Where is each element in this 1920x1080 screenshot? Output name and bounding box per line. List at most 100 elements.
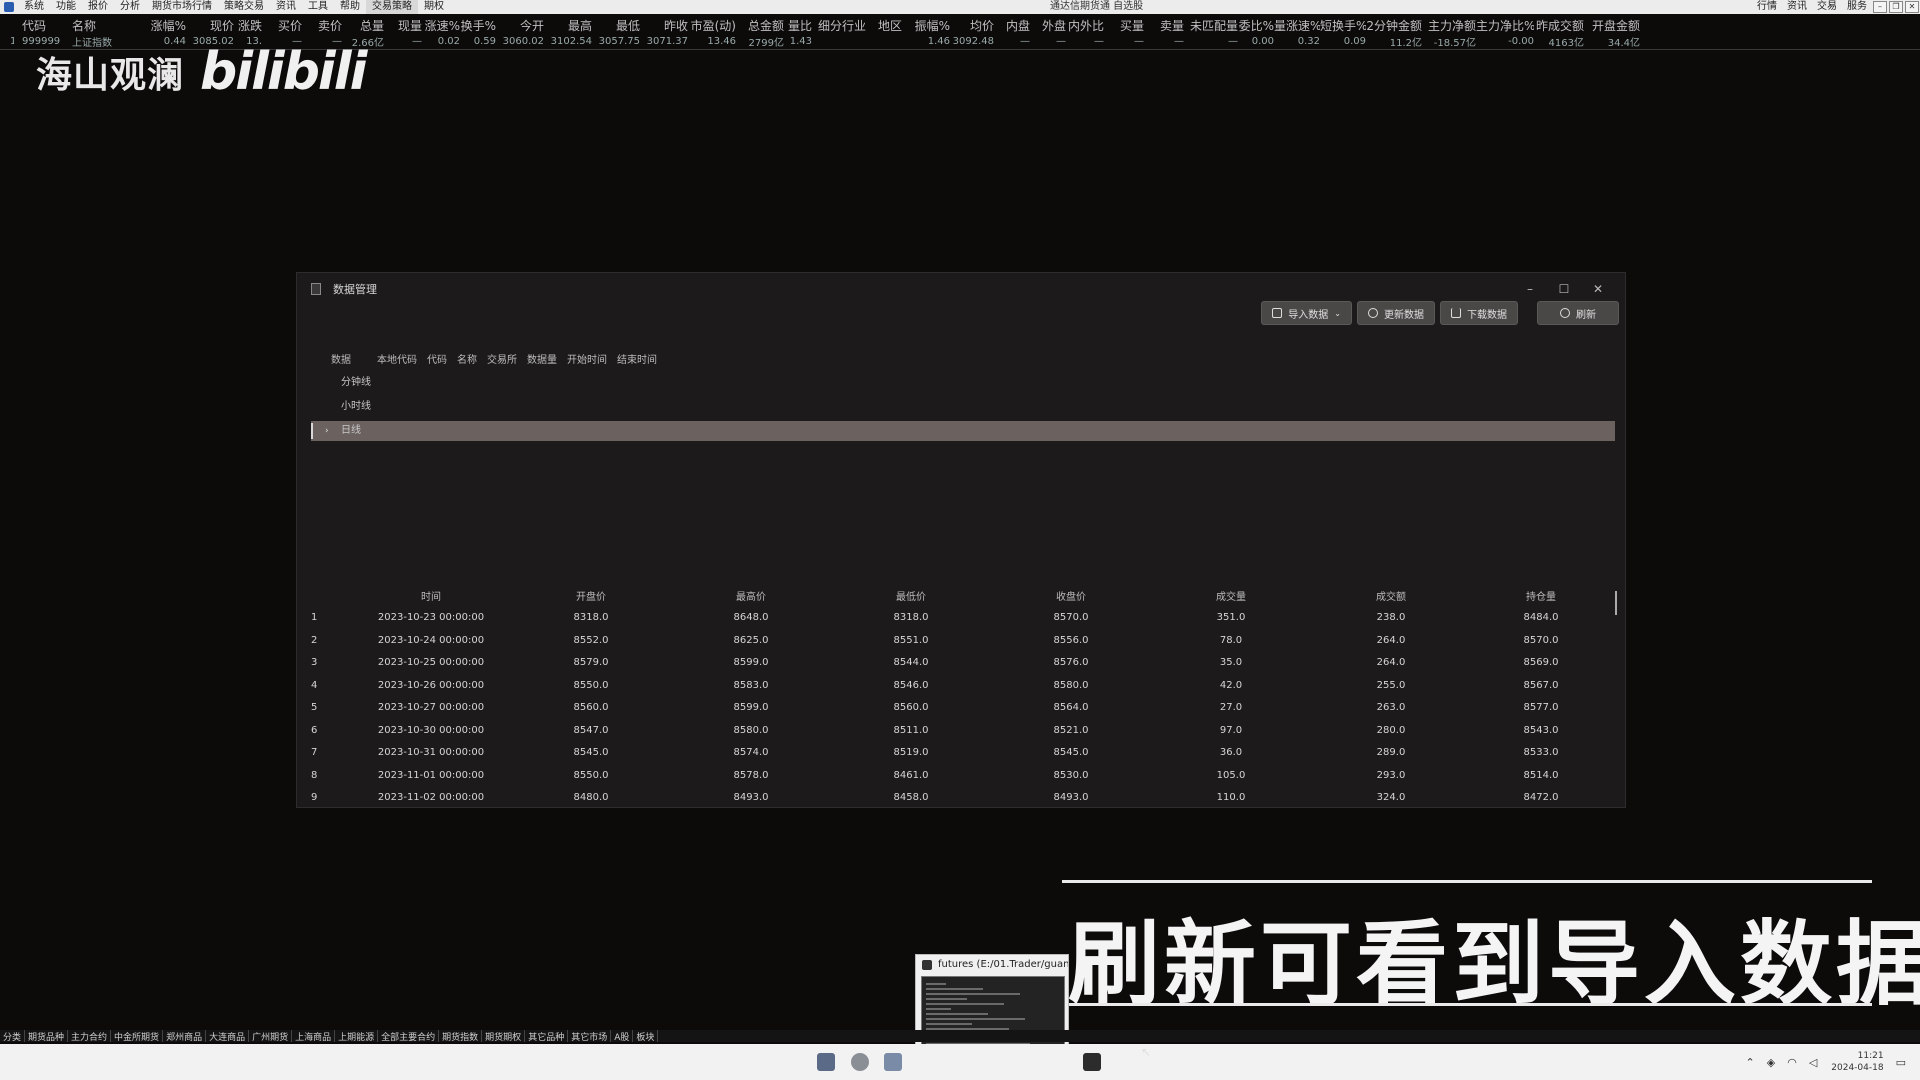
market-tab[interactable]: 上海商品	[292, 1030, 336, 1042]
market-tab[interactable]: 分类	[0, 1030, 26, 1042]
quote-column-header[interactable]: 换手%	[460, 17, 496, 34]
table-column-header[interactable]: 成交额	[1311, 587, 1471, 609]
quote-column-header[interactable]: 买量	[1104, 17, 1144, 34]
quote-column-header[interactable]: 主力净比%	[1476, 17, 1534, 34]
close-icon[interactable]: ✕	[1581, 279, 1615, 299]
table-row[interactable]: 4 2023-10-26 00:00:00 8550.0 8583.0 8546.0 85…	[297, 675, 1617, 698]
market-tab[interactable]: 中金所期货	[111, 1030, 164, 1042]
table-column-header[interactable]: 最低价	[831, 587, 991, 609]
market-tab[interactable]: 期货期权	[482, 1030, 526, 1042]
clock[interactable]: 11:21 2024-04-18	[1831, 1050, 1883, 1074]
menu-item[interactable]: 工具	[302, 0, 334, 14]
table-row[interactable]: 8 2023-11-01 00:00:00 8550.0 8578.0 8461.0 85…	[297, 765, 1617, 788]
market-tab[interactable]: 期货品种	[25, 1030, 69, 1042]
quote-column-header[interactable]: 买价	[262, 17, 302, 34]
market-tab[interactable]: 郑州商品	[163, 1030, 207, 1042]
market-tab[interactable]: 广州期货	[249, 1030, 293, 1042]
chevron-up-icon[interactable]: ⌃	[1746, 1056, 1755, 1069]
menu-item[interactable]: 报价	[82, 0, 114, 14]
quote-column-header[interactable]: 振幅%	[902, 17, 950, 34]
quote-column-header[interactable]: 代码	[14, 17, 64, 34]
market-tab[interactable]: 主力合约	[68, 1030, 112, 1042]
close-icon[interactable]: ✕	[1905, 1, 1919, 13]
market-tab[interactable]: A股	[611, 1030, 634, 1042]
maximize-icon[interactable]: ☐	[1547, 279, 1581, 299]
quote-column-header[interactable]: 开盘金额	[1584, 17, 1640, 34]
quote-column-header[interactable]: 最低	[592, 17, 640, 34]
table-row[interactable]: 9 2023-11-02 00:00:00 8480.0 8493.0 8458.0 84…	[297, 787, 1617, 810]
quote-column-header[interactable]: 未匹配量	[1184, 17, 1238, 34]
browser-icon[interactable]	[851, 1053, 869, 1071]
minimize-icon[interactable]: –	[1513, 279, 1547, 299]
task-view-icon[interactable]	[817, 1053, 835, 1071]
quote-column-header[interactable]: 现价	[186, 17, 234, 34]
quote-column-header[interactable]: 委比%	[1238, 17, 1274, 34]
table-column-header[interactable]: 时间	[351, 587, 511, 609]
table-row[interactable]: 6 2023-10-30 00:00:00 8547.0 8580.0 8511.0 85…	[297, 720, 1617, 743]
table-row[interactable]: 2 2023-10-24 00:00:00 8552.0 8625.0 8551.0 85…	[297, 630, 1617, 653]
quote-column-header[interactable]: 昨成交额	[1534, 17, 1584, 34]
menu-item[interactable]: 帮助	[334, 0, 366, 14]
volume-icon[interactable]: ◁	[1809, 1056, 1817, 1069]
menu-item[interactable]: 资讯	[270, 0, 302, 14]
download-data-button[interactable]: 下载数据	[1440, 301, 1518, 325]
table-row[interactable]: 3 2023-10-25 00:00:00 8579.0 8599.0 8544.0 85…	[297, 652, 1617, 675]
refresh-button[interactable]: 刷新	[1537, 301, 1619, 325]
quote-column-header[interactable]: 2分钟金额	[1366, 17, 1422, 34]
quote-column-header[interactable]: 外盘	[1030, 17, 1066, 34]
table-row[interactable]: 1 2023-10-23 00:00:00 8318.0 8648.0 8318.0 85…	[297, 607, 1617, 630]
market-tab[interactable]: 全部主要合约	[378, 1030, 440, 1042]
market-tab[interactable]: 其它市场	[568, 1030, 612, 1042]
quote-column-header[interactable]: 最高	[544, 17, 592, 34]
menu-item[interactable]: 功能	[50, 0, 82, 14]
quote-column-header[interactable]: 短换手%	[1320, 17, 1366, 34]
market-tab[interactable]: 上期能源	[335, 1030, 379, 1042]
minimize-icon[interactable]: –	[1873, 1, 1887, 13]
python-app-icon[interactable]	[1083, 1053, 1101, 1071]
market-tab[interactable]: 其它品种	[525, 1030, 569, 1042]
quote-column-header[interactable]: 细分行业	[812, 17, 866, 34]
menu-item[interactable]: 交易策略	[366, 0, 418, 14]
table-row[interactable]: 7 2023-10-31 00:00:00 8545.0 8574.0 8519.0 85…	[297, 742, 1617, 765]
quote-column-header[interactable]: 内盘	[994, 17, 1030, 34]
quote-column-header[interactable]: 主力净额	[1422, 17, 1476, 34]
quote-column-header[interactable]: 地区	[866, 17, 902, 34]
quote-column-header[interactable]: 昨收	[640, 17, 688, 34]
network-icon[interactable]: ◈	[1767, 1056, 1775, 1069]
menu-item[interactable]: 期货市场行情	[146, 0, 218, 14]
quote-column-header[interactable]: 市盈(动)	[688, 17, 736, 34]
quote-column-header[interactable]: 现量	[384, 17, 422, 34]
notification-icon[interactable]: ▭	[1896, 1056, 1906, 1069]
chevron-right-icon[interactable]: ›	[325, 421, 329, 441]
market-tab[interactable]: 板块	[633, 1030, 659, 1042]
table-column-header[interactable]: 收盘价	[991, 587, 1151, 609]
tree-item-daily[interactable]: › 日线	[311, 421, 1615, 441]
quote-column-header[interactable]: 今开	[496, 17, 544, 34]
menu-item[interactable]: 策略交易	[218, 0, 270, 14]
update-data-button[interactable]: 更新数据	[1357, 301, 1435, 325]
menu-item-right[interactable]: 服务	[1842, 0, 1872, 14]
quote-column-header[interactable]: 名称	[64, 17, 124, 34]
wifi-icon[interactable]: ◠	[1787, 1056, 1797, 1069]
import-data-button[interactable]: 导入数据 ⌄	[1261, 301, 1352, 325]
quote-column-header[interactable]: 卖价	[302, 17, 342, 34]
menu-item[interactable]: 分析	[114, 0, 146, 14]
app-icon[interactable]	[884, 1053, 902, 1071]
table-column-header[interactable]: 成交量	[1151, 587, 1311, 609]
quote-column-header[interactable]: 总量	[342, 17, 384, 34]
market-tab[interactable]: 大连商品	[206, 1030, 250, 1042]
tree-item-hour[interactable]: 小时线	[297, 397, 1617, 417]
scrollbar[interactable]	[1615, 591, 1617, 615]
table-column-header[interactable]: 最高价	[671, 587, 831, 609]
quote-column-header[interactable]: 涨幅%	[144, 17, 186, 34]
market-tab[interactable]: 期货指数	[439, 1030, 483, 1042]
quote-column-header[interactable]: 量涨速%	[1274, 17, 1320, 34]
table-column-header[interactable]: 持仓量	[1471, 587, 1611, 609]
quote-column-header[interactable]: 量比	[784, 17, 812, 34]
quote-column-header[interactable]: 涨速%	[422, 17, 460, 34]
restore-icon[interactable]: ❐	[1889, 1, 1903, 13]
quote-column-header[interactable]: 内外比	[1066, 17, 1104, 34]
tree-item-minute[interactable]: 分钟线	[297, 373, 1617, 393]
table-row[interactable]: 5 2023-10-27 00:00:00 8560.0 8599.0 8560.0 85…	[297, 697, 1617, 720]
menu-item-right[interactable]: 交易	[1812, 0, 1842, 14]
